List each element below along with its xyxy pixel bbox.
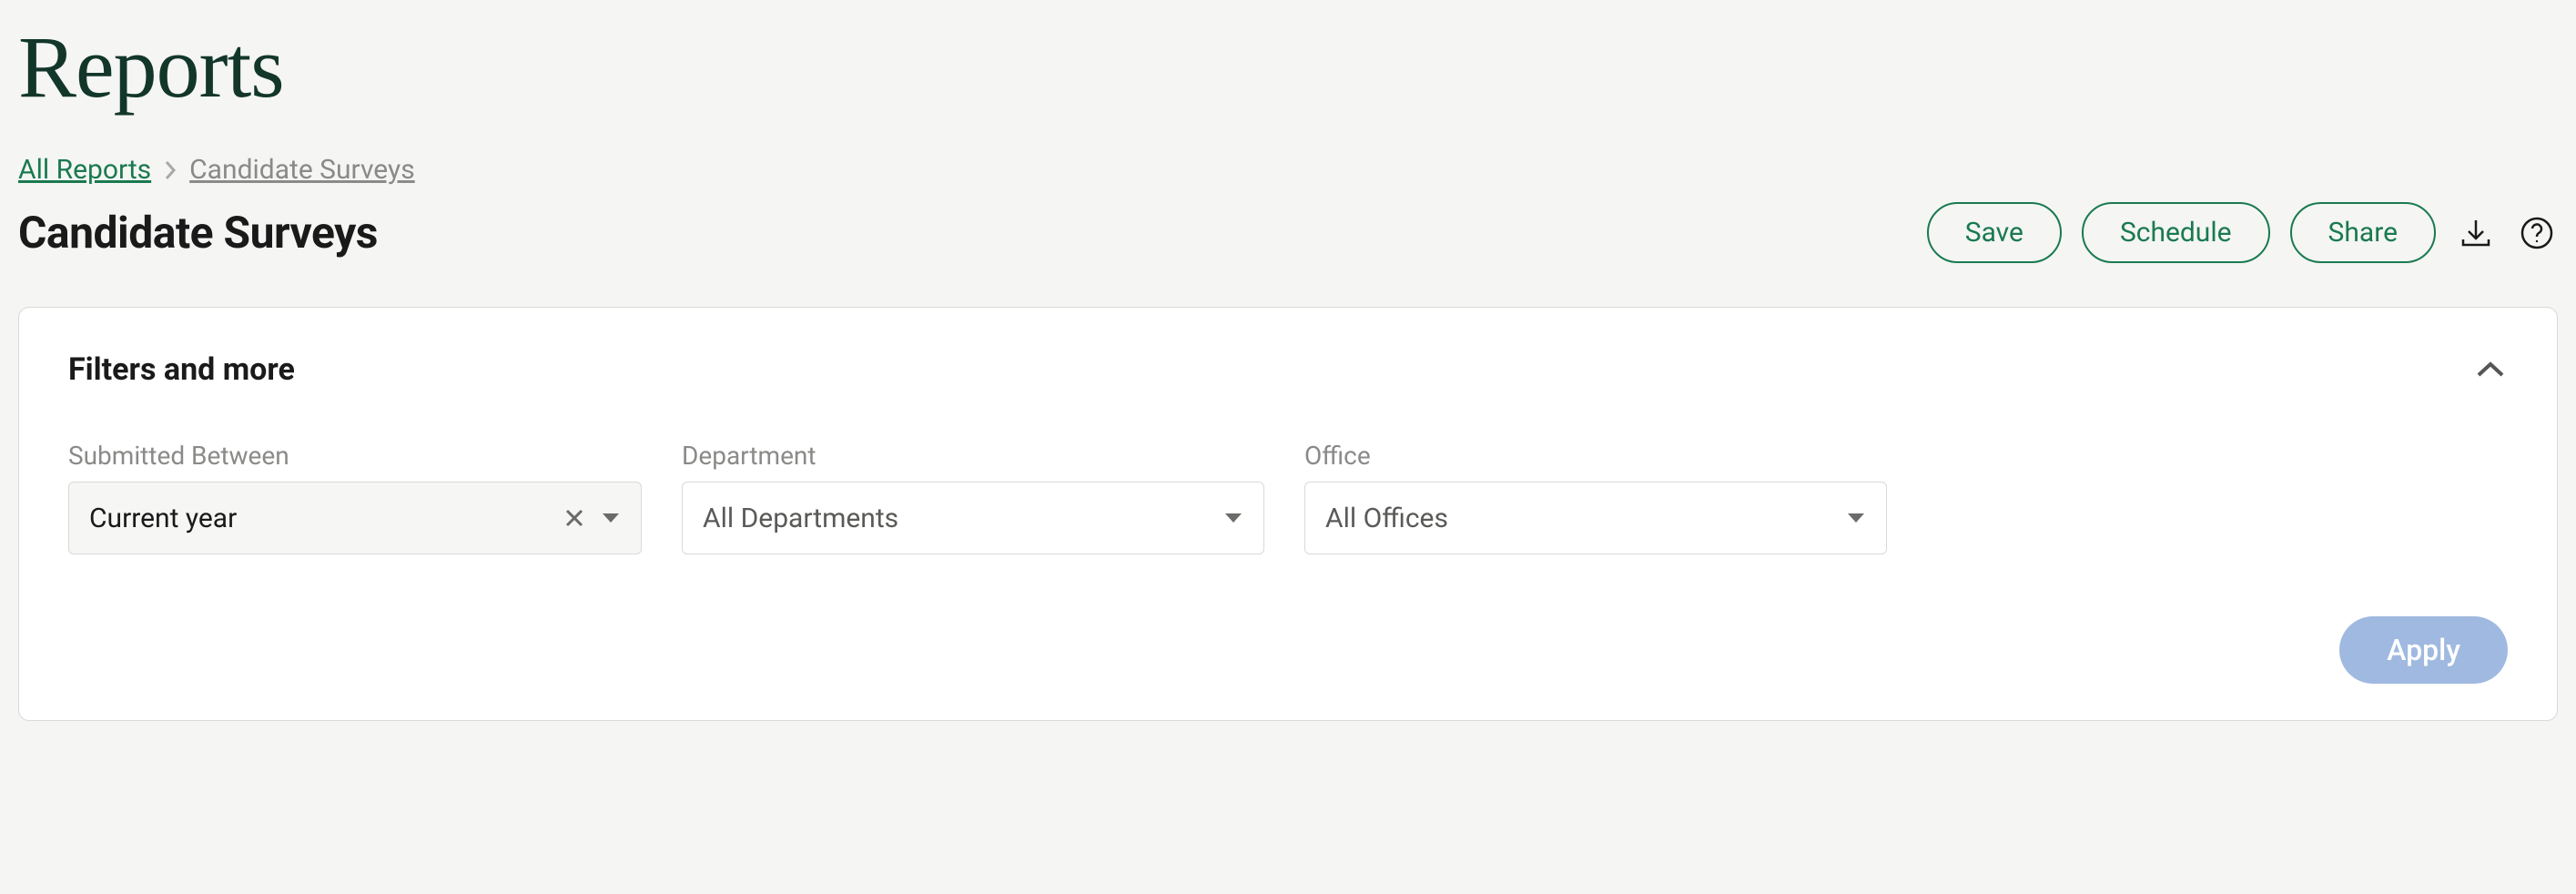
select-icons: [1223, 512, 1243, 524]
schedule-button[interactable]: Schedule: [2082, 202, 2270, 263]
header-actions: Save Schedule Share: [1927, 202, 2558, 263]
filter-submitted-between: Submitted Between Current year: [68, 441, 642, 554]
caret-down-icon: [601, 512, 621, 524]
download-button[interactable]: [2456, 213, 2496, 253]
caret-down-icon: [1846, 512, 1866, 524]
breadcrumb-current: Candidate Surveys: [189, 154, 415, 186]
caret-down-icon: [1223, 512, 1243, 524]
filter-label-submitted-between: Submitted Between: [68, 441, 642, 471]
clear-icon[interactable]: [564, 508, 584, 528]
share-button[interactable]: Share: [2290, 202, 2436, 263]
download-icon: [2459, 217, 2492, 249]
filter-office: Office All Offices: [1304, 441, 1887, 554]
chevron-up-icon[interactable]: [2473, 359, 2508, 381]
filter-department: Department All Departments: [682, 441, 1264, 554]
help-icon: [2520, 216, 2554, 250]
select-icons: [564, 508, 621, 528]
apply-button[interactable]: Apply: [2339, 616, 2508, 684]
help-button[interactable]: [2516, 212, 2558, 254]
department-value: All Departments: [703, 503, 898, 534]
filter-label-department: Department: [682, 441, 1264, 471]
submitted-between-select[interactable]: Current year: [68, 482, 642, 554]
chevron-right-icon: [162, 159, 178, 181]
filters-footer: Apply: [68, 616, 2508, 684]
save-button[interactable]: Save: [1927, 202, 2062, 263]
page-title: Reports: [18, 16, 2558, 117]
filters-title: Filters and more: [68, 351, 295, 388]
filters-header: Filters and more: [68, 351, 2508, 388]
filters-row: Submitted Between Current year: [68, 441, 2508, 554]
report-header: Candidate Surveys Save Schedule Share: [18, 202, 2558, 263]
office-select[interactable]: All Offices: [1304, 482, 1887, 554]
filters-panel: Filters and more Submitted Between Curre…: [18, 307, 2558, 721]
breadcrumb: All Reports Candidate Surveys: [18, 154, 2558, 186]
office-value: All Offices: [1325, 503, 1448, 534]
department-select[interactable]: All Departments: [682, 482, 1264, 554]
select-icons: [1846, 512, 1866, 524]
breadcrumb-root-link[interactable]: All Reports: [18, 154, 151, 186]
report-title: Candidate Surveys: [18, 207, 378, 259]
submitted-between-value: Current year: [89, 503, 237, 534]
filter-label-office: Office: [1304, 441, 1887, 471]
